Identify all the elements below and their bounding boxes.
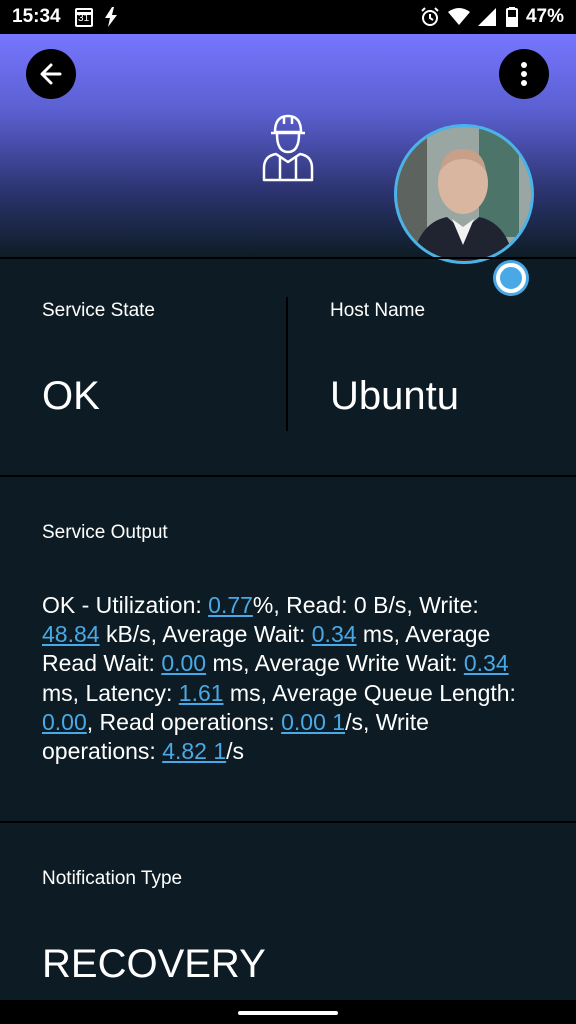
worker-icon	[262, 114, 314, 182]
column-divider	[286, 297, 288, 431]
status-time: 15:34	[12, 6, 61, 27]
metric-link[interactable]: 0.77	[208, 592, 253, 618]
output-text-segment: OK - Utilization:	[42, 592, 209, 618]
wifi-icon	[447, 8, 470, 25]
output-text-segment: ms, Average Queue Length:	[223, 679, 516, 706]
metric-link[interactable]: 0.00	[161, 650, 206, 676]
service-output-text: OK - Utilization: 0.77%, Read: 0 B/s, Wr…	[42, 591, 542, 766]
metric-link[interactable]: 0.34	[464, 650, 509, 676]
avatar-photo	[397, 127, 531, 261]
host-name-label: Host Name	[330, 300, 426, 321]
metric-link[interactable]: 4.82 1	[162, 738, 226, 764]
calendar-day: 31	[78, 12, 90, 24]
metric-link[interactable]: 0.00 1	[281, 709, 345, 735]
status-bar: 15:34 31 47%	[0, 0, 576, 34]
battery-icon	[505, 7, 518, 27]
section-divider	[0, 257, 576, 259]
calendar-icon: 31	[74, 7, 93, 27]
more-vertical-icon	[521, 62, 527, 86]
metric-link[interactable]: 0.00	[42, 709, 87, 735]
alarm-icon	[421, 7, 439, 26]
service-state-label: Service State	[42, 300, 155, 321]
metric-link[interactable]: 0.34	[312, 621, 357, 647]
output-text-segment: %, Read: 0 B/s, Write:	[252, 592, 479, 618]
section-divider	[0, 475, 576, 477]
notification-type-value: RECOVERY	[42, 942, 266, 986]
output-text-segment: kB/s, Average Wait:	[99, 621, 312, 648]
arrow-left-icon	[40, 63, 62, 85]
notification-type-label: Notification Type	[42, 868, 183, 889]
service-state-value: OK	[42, 374, 100, 418]
metric-link[interactable]: 1.61	[179, 680, 224, 706]
battery-level: 47%	[525, 6, 564, 27]
metric-link[interactable]: 48.84	[42, 621, 100, 647]
home-gesture-handle[interactable]	[238, 1011, 338, 1015]
avatar[interactable]	[394, 124, 534, 264]
signal-icon	[477, 8, 496, 26]
lightning-icon	[104, 7, 117, 27]
service-output-label: Service Output	[42, 522, 168, 543]
output-text-segment: ms, Average Write Wait:	[206, 650, 464, 677]
more-options-button[interactable]	[499, 49, 549, 99]
output-text-segment: , Read operations:	[86, 708, 282, 735]
section-divider	[0, 821, 576, 823]
output-text-segment: ms, Latency:	[42, 679, 179, 706]
output-text-segment: /s	[226, 738, 245, 765]
back-button[interactable]	[26, 49, 76, 99]
online-status-dot	[496, 263, 526, 293]
host-name-value: Ubuntu	[330, 374, 459, 418]
